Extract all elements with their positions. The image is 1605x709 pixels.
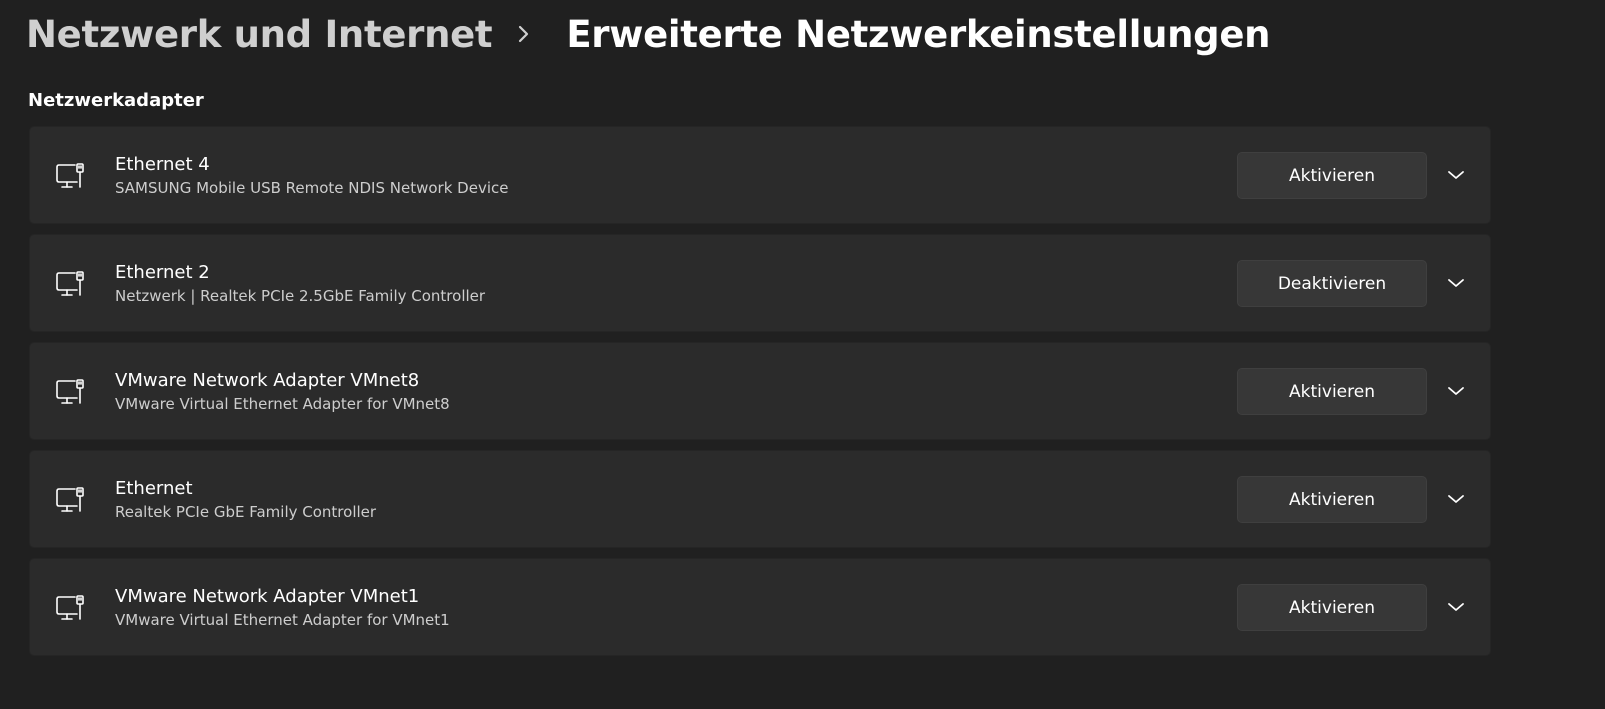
adapter-description: VMware Virtual Ethernet Adapter for VMne…: [115, 611, 450, 629]
ethernet-adapter-icon: [55, 484, 87, 516]
activate-button[interactable]: Aktivieren: [1237, 152, 1427, 199]
adapter-name: Ethernet 4: [115, 154, 210, 175]
ethernet-adapter-icon: [55, 376, 87, 408]
settings-page: Netzwerk und Internet Erweiterte Netzwer…: [0, 0, 1605, 709]
chevron-right-icon: [514, 19, 554, 49]
adapter-description: VMware Virtual Ethernet Adapter for VMne…: [115, 395, 450, 413]
adapter-description: Netzwerk | Realtek PCIe 2.5GbE Family Co…: [115, 287, 486, 305]
adapter-name: VMware Network Adapter VMnet1: [115, 586, 420, 607]
adapter-text: Ethernet 4 SAMSUNG Mobile USB Remote NDI…: [115, 153, 508, 199]
adapter-card[interactable]: VMware Network Adapter VMnet8 VMware Vir…: [29, 342, 1491, 440]
section-title: Netzwerkadapter: [28, 90, 204, 111]
activate-button[interactable]: Aktivieren: [1237, 584, 1427, 631]
ethernet-adapter-icon: [55, 160, 87, 192]
activate-button[interactable]: Aktivieren: [1237, 476, 1427, 523]
adapter-text: Ethernet 2 Netzwerk | Realtek PCIe 2.5Gb…: [115, 261, 485, 307]
page-title: Erweiterte Netzwerkeinstellungen: [566, 12, 1271, 56]
deactivate-button[interactable]: Deaktivieren: [1237, 260, 1427, 307]
adapter-description: Realtek PCIe GbE Family Controller: [115, 503, 377, 521]
chevron-down-icon[interactable]: [1441, 484, 1471, 514]
chevron-down-icon[interactable]: [1441, 268, 1471, 298]
breadcrumb-parent-link[interactable]: Netzwerk und Internet: [26, 13, 493, 56]
adapter-card[interactable]: VMware Network Adapter VMnet1 VMware Vir…: [29, 558, 1491, 656]
adapter-card[interactable]: Ethernet 4 SAMSUNG Mobile USB Remote NDI…: [29, 126, 1491, 224]
activate-button[interactable]: Aktivieren: [1237, 368, 1427, 415]
adapter-card[interactable]: Ethernet 2 Netzwerk | Realtek PCIe 2.5Gb…: [29, 234, 1491, 332]
adapter-description: SAMSUNG Mobile USB Remote NDIS Network D…: [115, 179, 509, 197]
adapter-name: Ethernet 2: [115, 262, 210, 283]
ethernet-adapter-icon: [55, 592, 87, 624]
chevron-down-icon[interactable]: [1441, 376, 1471, 406]
adapter-text: VMware Network Adapter VMnet1 VMware Vir…: [115, 585, 450, 631]
adapter-card[interactable]: Ethernet Realtek PCIe GbE Family Control…: [29, 450, 1491, 548]
adapter-text: Ethernet Realtek PCIe GbE Family Control…: [115, 477, 376, 523]
adapter-text: VMware Network Adapter VMnet8 VMware Vir…: [115, 369, 450, 415]
adapter-name: VMware Network Adapter VMnet8: [115, 370, 420, 391]
adapter-list: Ethernet 4 SAMSUNG Mobile USB Remote NDI…: [29, 126, 1491, 666]
breadcrumb: Netzwerk und Internet Erweiterte Netzwer…: [26, 8, 1271, 60]
chevron-down-icon[interactable]: [1441, 592, 1471, 622]
adapter-name: Ethernet: [115, 478, 193, 499]
chevron-down-icon[interactable]: [1441, 160, 1471, 190]
ethernet-adapter-icon: [55, 268, 87, 300]
